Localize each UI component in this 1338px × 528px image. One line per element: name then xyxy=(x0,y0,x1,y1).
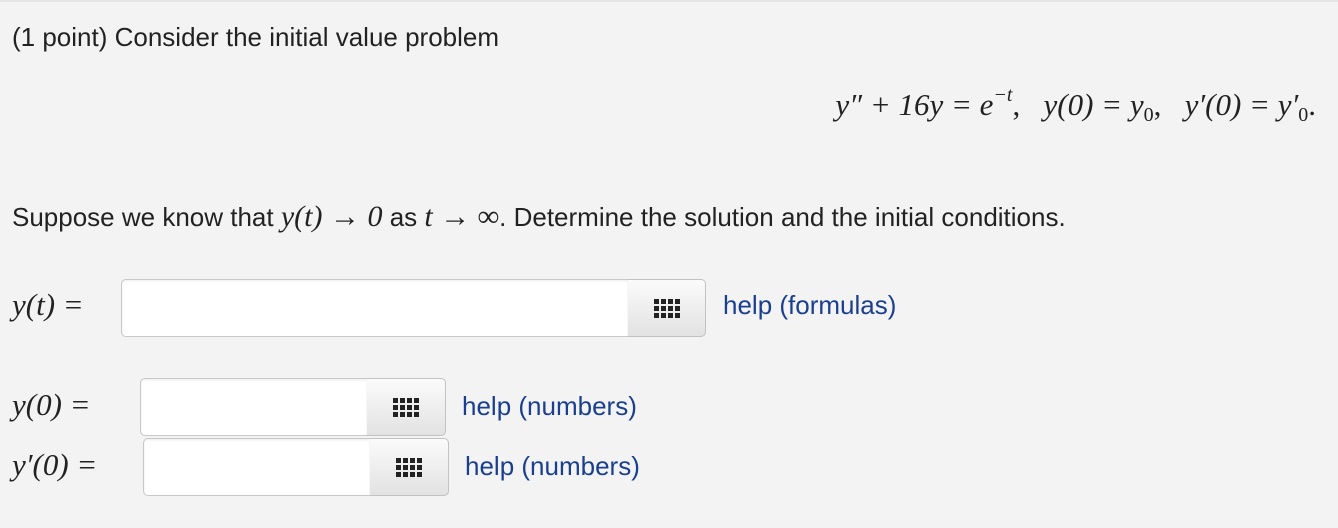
equation-comma-1: , xyxy=(1012,87,1044,122)
help-numbers-link-yp0[interactable]: help (numbers) xyxy=(465,451,640,482)
initial-condition-yp0-sub: 0 xyxy=(1298,104,1309,126)
initial-condition-y0-sub: 0 xyxy=(1143,104,1154,126)
grid-icon xyxy=(396,457,422,477)
equation-period: . xyxy=(1308,87,1316,122)
yp-0-input[interactable] xyxy=(143,438,371,496)
y-t-input[interactable] xyxy=(121,279,629,337)
y-t-palette-button[interactable] xyxy=(628,279,706,337)
yp-0-label: y′(0) = xyxy=(12,447,98,482)
problem-statement: Suppose we know that y(t) → 0 as t → ∞. … xyxy=(12,200,1066,234)
grid-icon xyxy=(393,397,419,417)
y-0-input[interactable] xyxy=(140,378,368,436)
y-t-label: y(t) = xyxy=(12,287,84,322)
equation-lhs: y″ + 16y = e xyxy=(835,87,994,122)
help-numbers-link-y0[interactable]: help (numbers) xyxy=(462,391,637,422)
y-0-label: y(0) = xyxy=(12,387,91,422)
statement-text-2: as xyxy=(382,202,425,232)
equation-exponent: −t xyxy=(993,84,1013,106)
initial-condition-y0: y(0) = y xyxy=(1043,87,1144,122)
statement-text-1: Suppose we know that xyxy=(12,202,281,232)
statement-limit-y: y(t) → 0 xyxy=(280,200,383,233)
y-0-palette-button[interactable] xyxy=(367,378,446,436)
statement-text-3: . Determine the solution and the initial… xyxy=(499,202,1066,232)
grid-icon xyxy=(653,298,680,318)
statement-limit-t: t → ∞ xyxy=(424,200,500,233)
initial-condition-yp0: y′(0) = y′ xyxy=(1184,87,1299,122)
equation-comma-2: , xyxy=(1153,87,1185,122)
ivp-equation: y″ + 16y = e−t, y(0) = y0, y′(0) = y′0. xyxy=(835,84,1316,127)
help-formulas-link[interactable]: help (formulas) xyxy=(723,290,896,321)
problem-intro: (1 point) Consider the initial value pro… xyxy=(12,22,500,52)
yp-0-palette-button[interactable] xyxy=(370,438,449,496)
top-divider xyxy=(0,0,1338,2)
